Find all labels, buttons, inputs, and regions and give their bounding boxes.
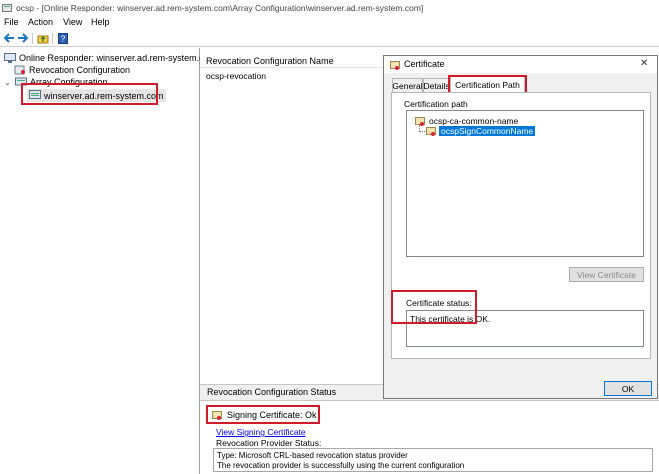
title-bar: ocsp - [Online Responder: winserver.ad.r… [0, 0, 659, 16]
divider [200, 67, 383, 68]
view-certificate-button[interactable]: View Certificate [569, 267, 644, 282]
tree-item-revocation[interactable]: Revocation Configuration [14, 65, 130, 75]
dialog-title-bar: Certificate ✕ [384, 56, 657, 73]
certificate-icon [415, 117, 425, 126]
folder-up-icon [37, 35, 49, 43]
tab-details[interactable]: Details [423, 78, 450, 92]
console-tree: Online Responder: winserver.ad.rem-syste… [0, 48, 216, 474]
certificate-icon [426, 127, 436, 136]
menu-view[interactable]: View [63, 17, 82, 27]
window-title: ocsp - [Online Responder: winserver.ad.r… [16, 3, 424, 13]
tree-connector [419, 131, 425, 133]
provider-status-box: Type: Microsoft CRL-based revocation sta… [213, 448, 653, 472]
menu-bar: File Action View Help [0, 16, 659, 30]
up-level-button[interactable] [36, 32, 50, 44]
tree-item-label: Online Responder: winserver.ad.rem-syste… [19, 53, 217, 63]
revocation-config-icon [14, 65, 25, 75]
menu-file[interactable]: File [4, 17, 19, 27]
toolbar: ? [0, 31, 659, 47]
back-button[interactable] [2, 32, 16, 44]
menu-action[interactable]: Action [28, 17, 53, 27]
list-item-revocation[interactable]: ocsp-revocation [206, 71, 266, 81]
back-arrow-icon [3, 33, 14, 43]
app-icon [2, 4, 12, 12]
chevron-down-icon[interactable]: ⌄ [4, 78, 12, 87]
svg-text:?: ? [61, 34, 66, 43]
ok-button[interactable]: OK [604, 381, 652, 396]
highlight-box [206, 405, 320, 424]
provider-detail-text: The revocation provider is successfully … [217, 461, 465, 470]
provider-status-label: Revocation Provider Status: [216, 438, 322, 448]
tab-general[interactable]: General [392, 78, 423, 92]
certificate-icon [390, 61, 400, 70]
help-book-icon: ? [58, 32, 68, 44]
tree-item-label: Revocation Configuration [29, 65, 131, 75]
close-icon[interactable]: ✕ [640, 58, 648, 69]
highlight-box [21, 83, 158, 105]
highlight-box [391, 290, 477, 324]
certification-path-tree: ocsp-ca-common-name ocspSignCommonName [406, 110, 644, 257]
path-item-label-selected: ocspSignCommonName [439, 126, 536, 136]
path-item-label: ocsp-ca-common-name [429, 116, 519, 126]
forward-arrow-icon [18, 33, 29, 43]
toolbar-separator [52, 33, 53, 44]
path-item-leaf[interactable]: ocspSignCommonName [426, 126, 536, 136]
column-header-name[interactable]: Revocation Configuration Name [206, 56, 334, 66]
menu-help[interactable]: Help [91, 17, 110, 27]
dialog-title: Certificate [404, 59, 445, 69]
tree-item-root[interactable]: Online Responder: winserver.ad.rem-syste… [4, 53, 216, 63]
certificate-dialog: Certificate ✕ General Details Certificat… [383, 55, 658, 399]
help-button[interactable]: ? [56, 32, 70, 44]
status-header: Revocation Configuration Status [207, 387, 337, 397]
path-item-root[interactable]: ocsp-ca-common-name [415, 116, 518, 126]
provider-type-text: Type: Microsoft CRL-based revocation sta… [217, 451, 408, 460]
server-icon [4, 53, 16, 63]
toolbar-separator [32, 33, 33, 44]
forward-button[interactable] [16, 32, 30, 44]
view-signing-certificate-link[interactable]: View Signing Certificate [216, 427, 306, 437]
certification-path-label: Certification path [404, 99, 468, 109]
